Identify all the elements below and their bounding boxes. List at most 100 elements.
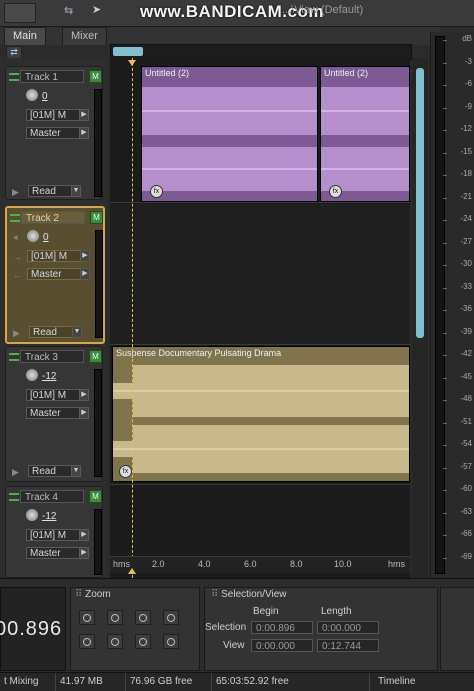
ruler-tick: 10.0 xyxy=(334,559,352,569)
automation-mode-select[interactable]: Read xyxy=(28,185,72,197)
db-scale-tick xyxy=(443,242,447,244)
clip-fx-icon[interactable]: fx xyxy=(150,185,163,198)
row-view: View xyxy=(223,640,245,651)
automation-mode-select[interactable]: Read xyxy=(28,465,72,477)
volume-knob[interactable] xyxy=(26,369,38,381)
chevron-right-icon[interactable]: ▶ xyxy=(79,109,89,121)
volume-knob[interactable] xyxy=(26,509,38,521)
db-scale-tick xyxy=(443,377,447,379)
track-header-3[interactable]: Track 3 M -12 [01M] M ▶ Master ▶ ▶ Read … xyxy=(5,346,103,482)
track-name[interactable]: Track 3 xyxy=(20,350,84,363)
chevron-right-icon[interactable]: ▶ xyxy=(79,547,89,559)
panel-tabs: Main Mixer xyxy=(0,27,440,45)
toolbar-icon[interactable]: ⇆ xyxy=(64,4,73,17)
chevron-right-icon[interactable]: ▶ xyxy=(79,127,89,139)
volume-knob[interactable] xyxy=(27,230,39,242)
zoom-selection-button[interactable] xyxy=(107,634,123,649)
tab-mixer[interactable]: Mixer xyxy=(62,27,107,45)
selection-view-panel: ⠿ Selection/View Begin Length Selection … xyxy=(204,587,438,671)
selection-begin-field[interactable]: 0:00.896 xyxy=(251,621,313,634)
zoom-in-horizontal-button[interactable] xyxy=(79,610,95,625)
ruler-unit: hms xyxy=(388,559,406,569)
track-grip-icon[interactable] xyxy=(10,214,20,222)
zoom-out-horizontal-button[interactable] xyxy=(107,610,123,625)
vertical-scrollbar[interactable] xyxy=(412,58,428,578)
cursor-icon[interactable]: ➤ xyxy=(92,3,101,16)
track-name[interactable]: Track 2 xyxy=(21,211,85,224)
audio-clip[interactable]: Untitled (2) fx xyxy=(141,66,318,202)
selection-view-title-row: ⠿ Selection/View xyxy=(211,589,287,600)
zoom-in-vertical-button[interactable] xyxy=(135,610,151,625)
chevron-right-icon[interactable]: ▶ xyxy=(79,389,89,401)
expand-icon[interactable]: ▶ xyxy=(12,187,19,198)
arrangement-view[interactable]: Untitled (2) fx Untitled (2) fx Suspense… xyxy=(110,58,410,578)
chevron-right-icon[interactable]: ▶ xyxy=(80,250,90,262)
mute-button[interactable]: M xyxy=(89,490,102,503)
expand-icon[interactable]: ▶ xyxy=(13,328,20,339)
chevron-down-icon[interactable]: ▼ xyxy=(71,185,81,197)
db-scale-tick xyxy=(443,467,447,469)
db-scale-tick xyxy=(443,40,447,41)
view-length-field[interactable]: 0:12.744 xyxy=(317,639,379,652)
time-ruler[interactable]: hms 2.0 4.0 6.0 8.0 10.0 hms xyxy=(110,556,410,573)
output-select[interactable]: Master xyxy=(26,127,80,139)
track-lane-2[interactable] xyxy=(110,204,410,344)
audio-clip[interactable]: Suspense Documentary Pulsating Drama fx xyxy=(112,346,410,482)
track-header-2[interactable]: Track 2 M ◂ 0 → [01M] M ▶ ← Master ▶ ▶ R… xyxy=(5,206,105,344)
volume-value[interactable]: 0 xyxy=(42,91,48,102)
chevron-down-icon[interactable]: ▼ xyxy=(71,465,81,477)
track-level-meter xyxy=(94,89,102,197)
input-select[interactable]: [01M] M xyxy=(26,109,80,121)
output-select[interactable]: Master xyxy=(26,547,80,559)
volume-value[interactable]: 0 xyxy=(43,232,49,243)
playhead-marker-top[interactable] xyxy=(128,60,136,66)
track-header-4[interactable]: Track 4 M -12 [01M] M ▶ Master ▶ xyxy=(5,486,103,578)
track-grip-icon[interactable] xyxy=(9,353,19,361)
clip-fx-icon[interactable]: fx xyxy=(329,185,342,198)
volume-value[interactable]: -12 xyxy=(42,511,56,522)
track-grip-icon[interactable] xyxy=(9,493,19,501)
zoom-out-vertical-button[interactable] xyxy=(163,610,179,625)
audio-clip[interactable]: Untitled (2) fx xyxy=(320,66,410,202)
mute-button[interactable]: M xyxy=(89,70,102,83)
chevron-right-icon[interactable]: ▶ xyxy=(79,529,89,541)
mute-button[interactable]: M xyxy=(90,211,103,224)
menu-button[interactable] xyxy=(4,3,36,23)
db-scale-tick xyxy=(443,422,447,424)
vertical-scroll-thumb[interactable] xyxy=(416,68,424,338)
playhead-marker-bottom[interactable] xyxy=(128,568,136,574)
zoom-to-right-button[interactable] xyxy=(163,634,179,649)
volume-knob[interactable] xyxy=(26,89,38,101)
output-select[interactable]: Master xyxy=(26,407,80,419)
grip-icon: ⠿ xyxy=(211,589,219,600)
track-grip-icon[interactable] xyxy=(9,73,19,81)
view-begin-field[interactable]: 0:00.000 xyxy=(251,639,313,652)
zoom-full-button[interactable] xyxy=(79,634,95,649)
chevron-right-icon[interactable]: ▶ xyxy=(79,407,89,419)
input-select[interactable]: [01M] M xyxy=(27,250,81,262)
selection-length-field[interactable]: 0:00.000 xyxy=(317,621,379,634)
mute-button[interactable]: M xyxy=(89,350,102,363)
track-header-1[interactable]: Track 1 M 0 [01M] M ▶ Master ▶ ▶ Read ▼ xyxy=(5,66,103,200)
overview-thumb[interactable] xyxy=(113,47,143,56)
zoom-to-left-button[interactable] xyxy=(135,634,151,649)
expand-icon[interactable]: ▶ xyxy=(12,467,19,478)
output-select[interactable]: Master xyxy=(27,268,81,280)
clip-fx-icon[interactable]: fx xyxy=(119,465,132,478)
db-scale-tick xyxy=(443,287,447,289)
waveform-left xyxy=(113,365,409,417)
chevron-down-icon[interactable]: ▼ xyxy=(72,326,82,338)
db-scale-label: -3 xyxy=(464,56,472,66)
track-name[interactable]: Track 4 xyxy=(20,490,84,503)
playhead-line[interactable] xyxy=(132,58,134,578)
chevron-right-icon[interactable]: ▶ xyxy=(80,268,90,280)
track-headers: Track 1 M 0 [01M] M ▶ Master ▶ ▶ Read ▼ … xyxy=(0,58,106,578)
tab-main[interactable]: Main xyxy=(4,27,46,45)
automation-mode-select[interactable]: Read xyxy=(29,326,73,338)
track-name[interactable]: Track 1 xyxy=(20,70,84,83)
input-select[interactable]: [01M] M xyxy=(26,529,80,541)
db-scale-tick xyxy=(443,107,447,109)
volume-value[interactable]: -12 xyxy=(42,371,56,382)
db-scale-label: -24 xyxy=(460,214,472,223)
input-select[interactable]: [01M] M xyxy=(26,389,80,401)
